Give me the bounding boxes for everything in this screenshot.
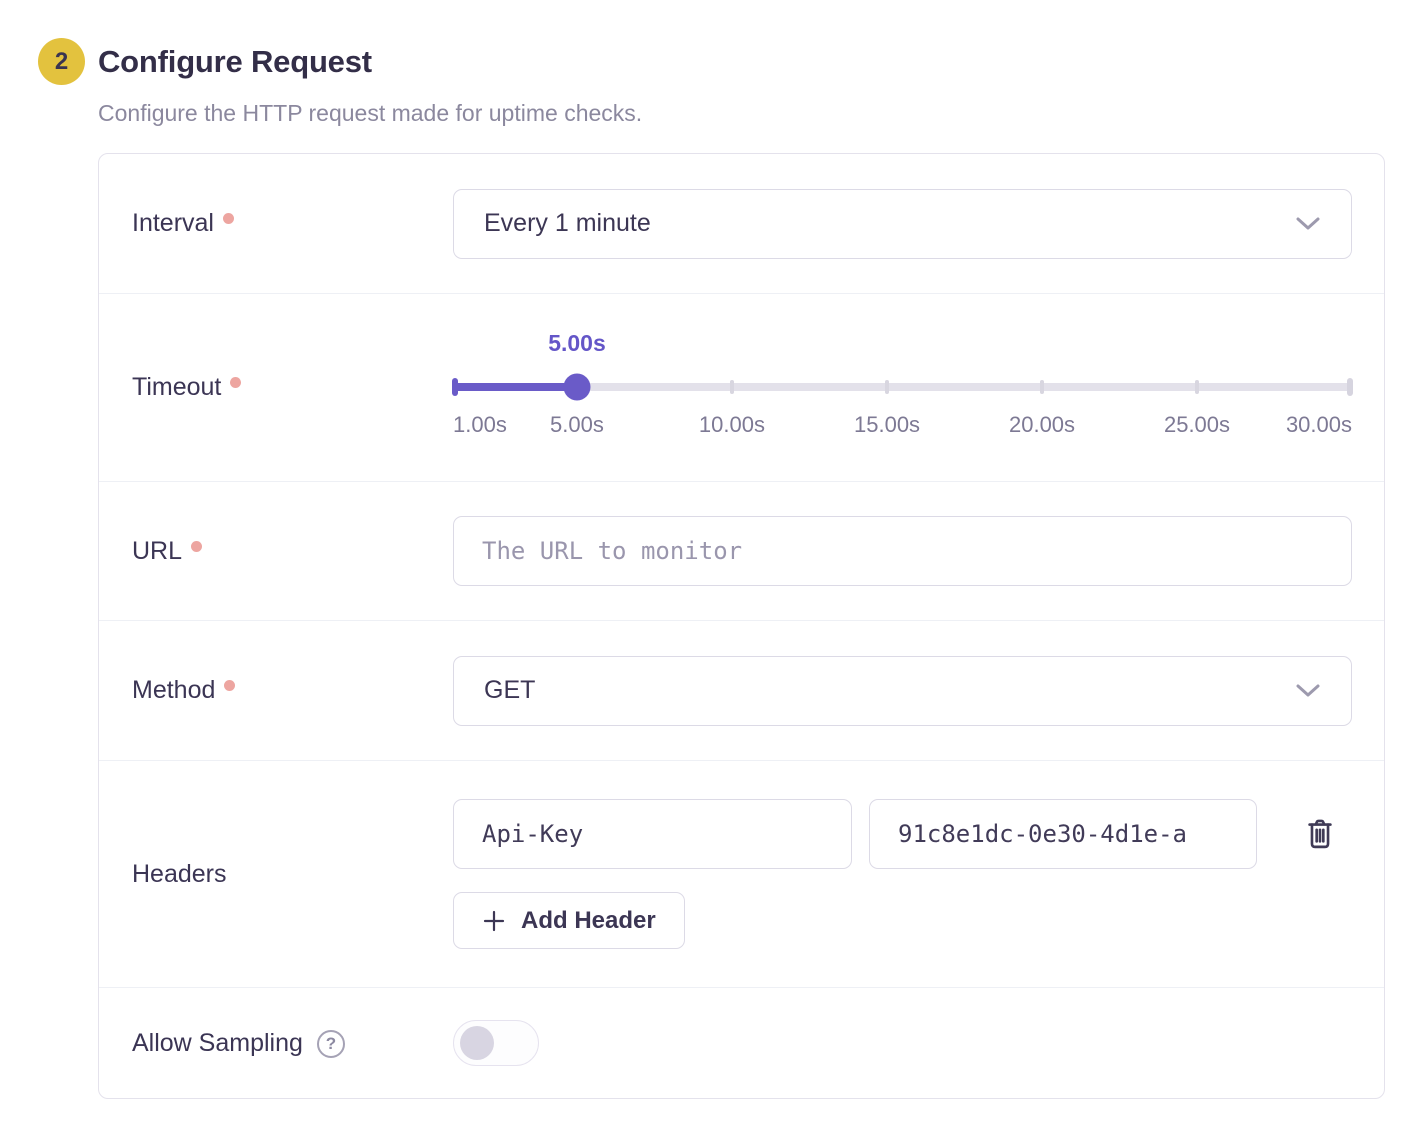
method-select[interactable]: GET — [453, 656, 1352, 726]
url-label: URL — [132, 537, 182, 566]
header-value-input[interactable] — [869, 799, 1257, 869]
slider-start-cap — [452, 378, 458, 396]
timeout-row: Timeout 5.00s — [99, 294, 1384, 482]
allow-sampling-row: Allow Sampling ? — [99, 988, 1384, 1098]
headers-label-group: Headers — [99, 860, 453, 889]
timeout-slider-handle[interactable] — [563, 373, 590, 400]
slider-rail-tick — [730, 380, 734, 394]
slider-fill — [453, 383, 577, 391]
method-row: Method GET — [99, 621, 1384, 761]
required-dot-icon — [223, 213, 234, 224]
help-icon[interactable]: ? — [317, 1030, 345, 1058]
method-label-group: Method — [99, 676, 453, 705]
configure-request-page: 2 Configure Request Configure the HTTP r… — [0, 0, 1425, 1141]
add-header-button-label: Add Header — [521, 907, 656, 935]
chevron-down-icon — [1295, 683, 1321, 699]
allow-sampling-label: Allow Sampling — [132, 1029, 303, 1058]
timeout-label: Timeout — [132, 373, 221, 402]
url-row: URL — [99, 482, 1384, 621]
trash-icon — [1303, 816, 1337, 852]
url-input[interactable] — [453, 516, 1352, 586]
timeout-slider[interactable]: 5.00s 1.00s 5.00s — [453, 334, 1352, 442]
timeout-label-group: Timeout — [99, 373, 453, 402]
tick-label: 10.00s — [699, 412, 765, 438]
step-number-badge: 2 — [38, 38, 85, 85]
step-number: 2 — [55, 48, 68, 76]
plus-icon — [482, 909, 506, 933]
chevron-down-icon — [1295, 216, 1321, 232]
interval-label-group: Interval — [99, 209, 453, 238]
required-dot-icon — [224, 680, 235, 691]
timeout-slider-value: 5.00s — [548, 330, 606, 357]
url-label-group: URL — [99, 537, 453, 566]
help-icon-glyph: ? — [326, 1034, 336, 1054]
add-header-button[interactable]: Add Header — [453, 892, 685, 949]
interval-label: Interval — [132, 209, 214, 238]
toggle-knob — [460, 1026, 494, 1060]
tick-label: 20.00s — [1009, 412, 1075, 438]
slider-rail-tick — [1195, 380, 1199, 394]
section-header: 2 Configure Request Configure the HTTP r… — [38, 38, 1378, 127]
page-title: Configure Request — [98, 44, 372, 80]
header-name-input[interactable] — [453, 799, 852, 869]
allow-sampling-label-group: Allow Sampling ? — [99, 1028, 453, 1058]
allow-sampling-toggle[interactable] — [453, 1020, 539, 1066]
interval-select[interactable]: Every 1 minute — [453, 189, 1352, 259]
header-kv-row — [453, 799, 1352, 869]
headers-row: Headers — [99, 761, 1384, 988]
tick-label: 30.00s — [1286, 412, 1352, 438]
slider-end-cap — [1347, 378, 1353, 396]
slider-tick-labels: 1.00s 5.00s 10.00s 15.00s 20.00s 25.00s … — [453, 412, 1352, 440]
method-select-value: GET — [484, 676, 535, 705]
tick-label: 15.00s — [854, 412, 920, 438]
required-dot-icon — [230, 377, 241, 388]
headers-label: Headers — [132, 860, 227, 889]
interval-row: Interval Every 1 minute — [99, 154, 1384, 294]
page-subtitle: Configure the HTTP request made for upti… — [98, 100, 1378, 127]
slider-rail-tick — [885, 380, 889, 394]
interval-select-value: Every 1 minute — [484, 209, 651, 238]
slider-rail-tick — [1040, 380, 1044, 394]
tick-label: 5.00s — [550, 412, 604, 438]
tick-label: 1.00s — [453, 412, 507, 438]
timeout-slider-rail[interactable] — [453, 374, 1352, 400]
tick-label: 25.00s — [1164, 412, 1230, 438]
configure-request-card: Interval Every 1 minute Timeout 5. — [98, 153, 1385, 1099]
delete-header-button[interactable] — [1299, 812, 1341, 856]
required-dot-icon — [191, 541, 202, 552]
method-label: Method — [132, 676, 215, 705]
